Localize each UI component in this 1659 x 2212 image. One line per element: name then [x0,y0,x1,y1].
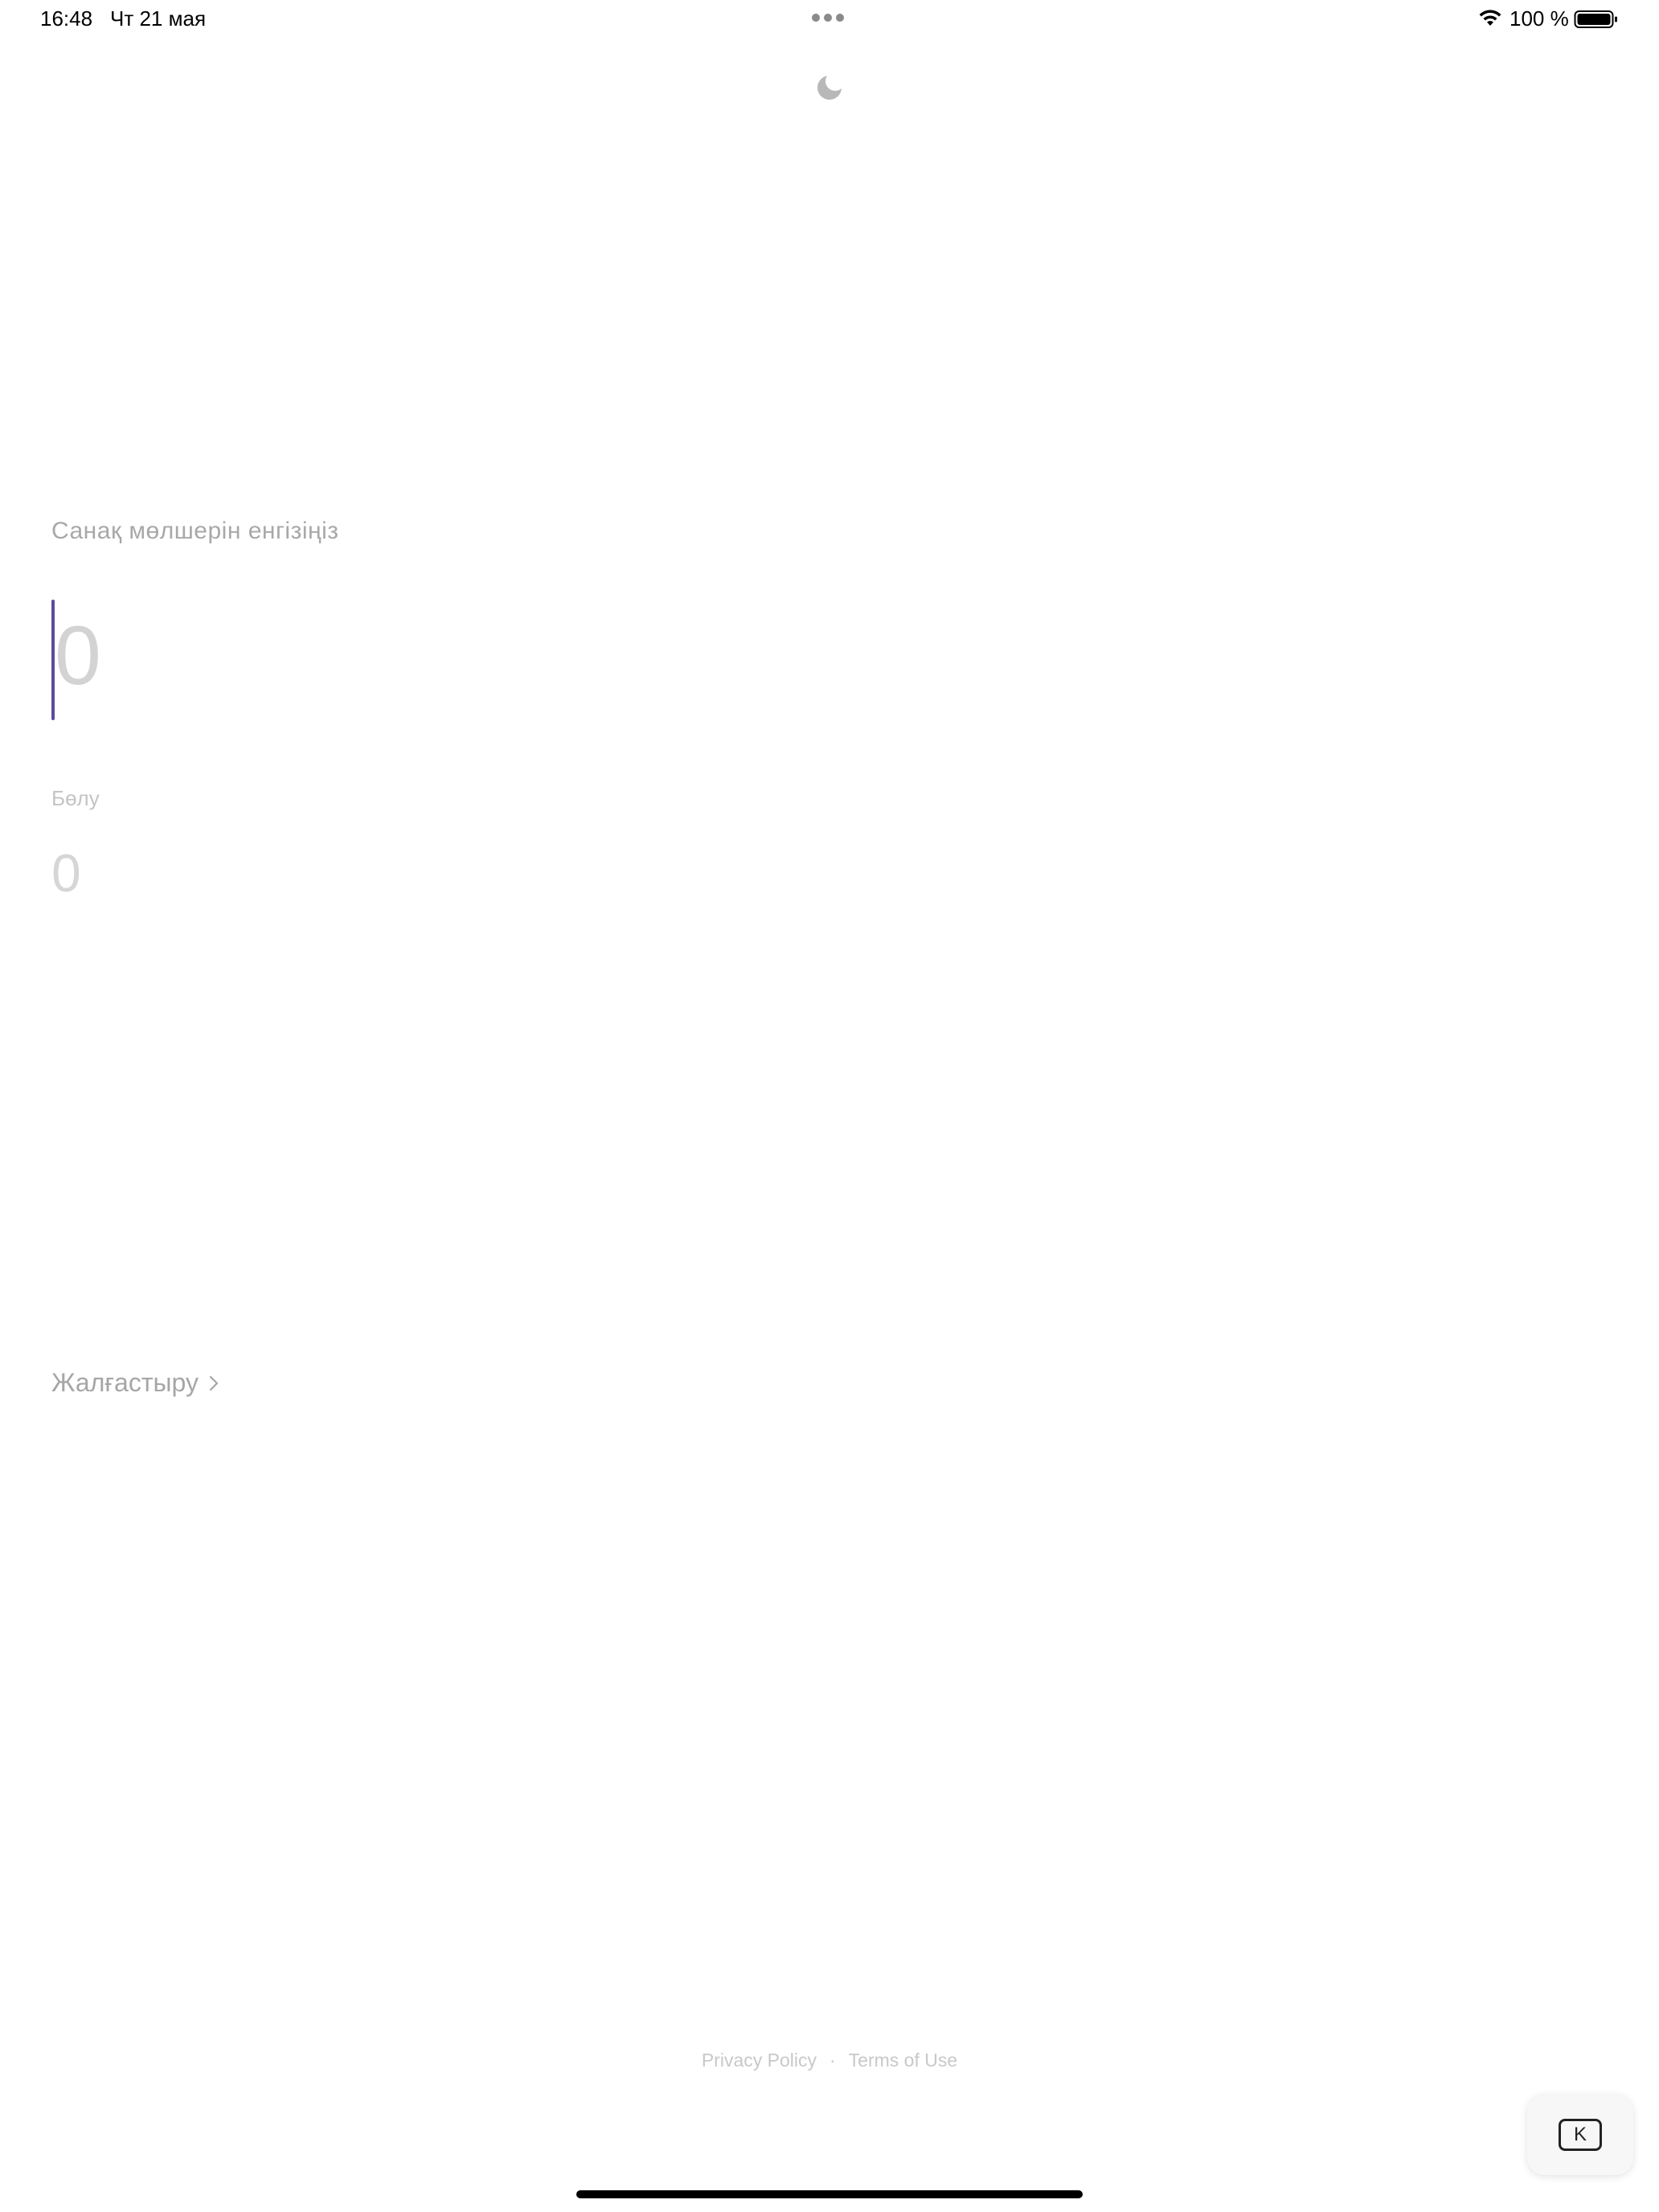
amount-prompt-label: Санақ мөлшерін енгізіңіз [51,518,339,544]
keyboard-key-icon: K [1559,2119,1602,2151]
footer-links: Privacy Policy · Terms of Use [0,2050,1659,2071]
keyboard-button[interactable]: K [1527,2095,1633,2175]
home-indicator[interactable] [576,2190,1083,2198]
keyboard-key-label: K [1573,2124,1587,2145]
footer-separator: · [830,2050,836,2071]
battery-icon [1574,10,1617,28]
wifi-icon [1479,10,1501,26]
continue-button[interactable]: Жалғастыру [51,1368,219,1398]
chevron-right-icon [209,1375,219,1391]
divide-label: Бөлу [51,786,100,810]
continue-label: Жалғастыру [51,1368,199,1397]
moon-icon[interactable] [813,71,846,103]
app-screen: 16:48 Чт 21 мая 100 % Санақ мөлшерін енг… [0,0,1659,2212]
status-time: 16:48 [40,6,93,31]
amount-placeholder: 0 [55,609,101,703]
terms-of-use-link[interactable]: Terms of Use [849,2050,957,2071]
status-date: Чт 21 мая [110,6,207,31]
amount-input[interactable]: 0 [51,600,775,720]
status-bar: 16:48 Чт 21 мая 100 % [0,0,1659,39]
divide-value: 0 [51,843,81,903]
battery-percent: 100 % [1509,6,1569,31]
privacy-policy-link[interactable]: Privacy Policy [702,2050,817,2071]
multitasking-dots-icon[interactable] [812,14,844,22]
